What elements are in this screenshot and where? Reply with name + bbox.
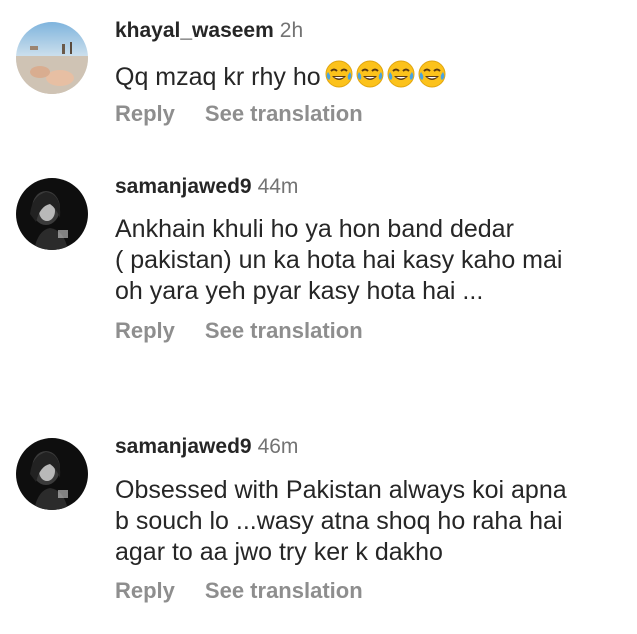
comment-header: samanjawed9 46m [115, 435, 298, 459]
avatar[interactable] [16, 438, 88, 510]
comment-actions: Reply See translation [115, 578, 363, 604]
face-with-tears-of-joy-icon [387, 60, 415, 88]
see-translation-button[interactable]: See translation [205, 318, 363, 343]
timestamp: 2h [279, 19, 304, 42]
comment-text: Obsessed with Pakistan always koi apna b… [115, 476, 567, 566]
timestamp: 44m [257, 175, 299, 198]
face-with-tears-of-joy-icon [356, 60, 384, 88]
username[interactable]: samanjawed9 [115, 435, 252, 458]
comment-actions: Reply See translation [115, 101, 363, 127]
avatar-image [16, 438, 88, 510]
avatar-image [16, 178, 88, 250]
avatar-image [16, 22, 88, 94]
comment-header: samanjawed9 44m [115, 175, 298, 199]
reply-button[interactable]: Reply [115, 318, 175, 343]
avatar[interactable] [16, 22, 88, 94]
username[interactable]: samanjawed9 [115, 175, 252, 198]
comment-text: Qq mzaq kr rhy ho [115, 60, 630, 96]
reply-button[interactable]: Reply [115, 101, 175, 126]
comment-text: Ankhain khuli ho ya hon band dedar ( pak… [115, 215, 563, 305]
comment-text-body: Qq mzaq kr rhy ho [115, 63, 321, 91]
comment-actions: Reply See translation [115, 318, 363, 344]
timestamp: 46m [257, 435, 299, 458]
see-translation-button[interactable]: See translation [205, 578, 363, 603]
face-with-tears-of-joy-icon [325, 60, 353, 88]
reply-button[interactable]: Reply [115, 578, 175, 603]
face-with-tears-of-joy-icon [418, 60, 446, 88]
avatar[interactable] [16, 178, 88, 250]
see-translation-button[interactable]: See translation [205, 101, 363, 126]
comment-header: khayal_waseem 2h [115, 19, 303, 43]
username[interactable]: khayal_waseem [115, 19, 274, 42]
emoji-row [325, 60, 449, 96]
